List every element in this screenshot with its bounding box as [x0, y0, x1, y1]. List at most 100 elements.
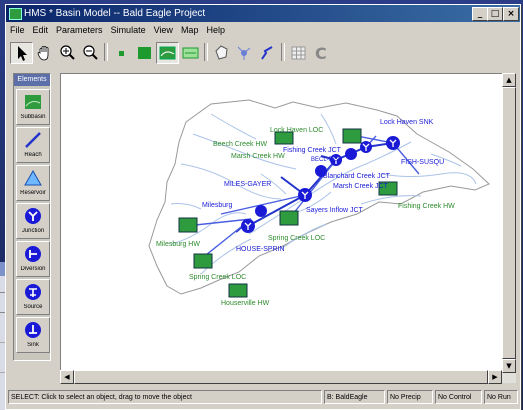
basin-view-icon	[159, 46, 176, 60]
zoom-out-button[interactable]	[79, 42, 102, 64]
label-lock-haven-snk: Lock Haven SNK	[380, 119, 434, 126]
subbasin-lock-haven-loc[interactable]	[342, 128, 362, 144]
horizontal-scroll-thumb[interactable]	[74, 370, 488, 384]
status-run: No Run	[484, 390, 518, 404]
vertical-scroll-thumb[interactable]	[502, 87, 516, 359]
toolbar: C	[6, 40, 520, 66]
label-miles-gayer: MILES-GAYER	[224, 181, 271, 188]
label-marsh-creek-jct: Marsh Creek JCT	[333, 183, 389, 190]
diversion-tool[interactable]: Diversion	[16, 241, 50, 277]
menu-help[interactable]: Help	[202, 23, 229, 38]
status-control: No Control	[435, 390, 482, 404]
label-houserville-hw: Houserville HW	[221, 300, 270, 307]
sink-icon	[25, 322, 41, 338]
subbasin-spring-creek-lower[interactable]	[193, 253, 213, 269]
app-icon	[9, 8, 22, 20]
label-lock-haven-loc: Lock Haven LOC	[270, 127, 323, 134]
map-view-icon	[182, 47, 199, 59]
scroll-right-icon[interactable]: ▶	[488, 370, 502, 384]
elements-panel-title: Elements	[14, 74, 50, 86]
zoom-out-icon	[83, 45, 98, 60]
junction-graph-icon	[237, 46, 251, 60]
small-view-button[interactable]	[110, 42, 133, 64]
pan-tool-button[interactable]	[33, 42, 56, 64]
status-basin: B: BaldEagle	[324, 390, 385, 404]
arrow-pointer-icon	[18, 46, 27, 61]
reach-tool[interactable]: Reach	[16, 127, 50, 163]
label-milesburg-hw: Milesburg HW	[156, 241, 200, 248]
elements-panel: Elements Subbasin Reach Reservoir Juncti…	[13, 73, 51, 361]
svg-text:C: C	[315, 44, 327, 63]
subbasin-tool[interactable]: Subbasin	[16, 89, 50, 125]
polygon-icon	[215, 45, 228, 60]
junction-milesburg[interactable]	[255, 205, 267, 217]
junction-tool[interactable]: Junction	[16, 203, 50, 239]
grid-icon	[291, 46, 306, 60]
basin-map-canvas[interactable]: Lock Haven LOC Lock Haven SNK Beech Cree…	[60, 73, 504, 371]
scroll-down-icon[interactable]: ▼	[502, 359, 516, 373]
junction-icon	[25, 208, 41, 224]
reach-icon	[25, 132, 41, 148]
scroll-left-icon[interactable]: ◀	[60, 370, 74, 384]
menu-map[interactable]: Map	[177, 23, 203, 38]
hms-basin-window: HMS * Basin Model -- Bald Eagle Project …	[5, 4, 521, 410]
c-letter-icon: C	[315, 44, 327, 63]
menu-parameters[interactable]: Parameters	[52, 23, 107, 38]
window-title: HMS * Basin Model -- Bald Eagle Project	[24, 8, 206, 19]
label-spring-creek-loc-2: Spring Creek LOC	[189, 274, 246, 281]
title-bar[interactable]: HMS * Basin Model -- Bald Eagle Project …	[6, 5, 520, 22]
source-icon	[25, 284, 41, 300]
hand-icon	[37, 46, 49, 61]
diversion-icon	[25, 246, 41, 262]
status-precip: No Precip	[387, 390, 433, 404]
status-message: SELECT: Click to select an object, drag …	[8, 390, 322, 404]
scroll-up-icon[interactable]: ▲	[502, 73, 516, 87]
label-beech-creek-hw: Beech Creek HW	[213, 141, 267, 148]
sink-tool[interactable]: Sink	[16, 317, 50, 353]
label-fishing-creek-jct: Fishing Creek JCT	[283, 147, 342, 154]
small-square-icon	[119, 51, 124, 56]
label-fishing-creek-hw: Fishing Creek HW	[398, 203, 455, 210]
label-house-sprin: HOUSE-SPRIN	[236, 246, 285, 253]
menu-bar: File Edit Parameters Simulate View Map Help	[6, 23, 520, 38]
menu-file[interactable]: File	[6, 23, 29, 38]
menu-simulate[interactable]: Simulate	[107, 23, 150, 38]
subbasin-spring-creek[interactable]	[279, 210, 299, 226]
vertical-scrollbar[interactable]: ▲ ▼	[502, 73, 516, 383]
minimize-button[interactable]: _	[472, 7, 488, 21]
polygon-tool-button[interactable]	[210, 42, 233, 64]
subbasin-milesburg[interactable]	[178, 217, 198, 233]
reach-tool-button[interactable]	[256, 42, 279, 64]
zoom-in-icon	[60, 45, 75, 60]
select-tool-button[interactable]	[10, 42, 33, 64]
close-button[interactable]: ×	[503, 7, 519, 21]
subbasin-houserville[interactable]	[228, 283, 248, 298]
large-view-button[interactable]	[133, 42, 156, 64]
label-fish-susqu: FISH-SUSQU	[401, 159, 444, 166]
grid-tool-button[interactable]	[287, 42, 310, 64]
subbasin-icon	[25, 95, 41, 109]
label-becl-fish: BECL-FISH	[311, 157, 342, 163]
maximize-button[interactable]: □	[487, 7, 503, 21]
compute-tool-button[interactable]: C	[310, 42, 333, 64]
basin-view-button[interactable]	[156, 42, 179, 64]
label-sayers-inflow-jct: Sayers Inflow JCT	[306, 207, 364, 214]
junction-tool-button[interactable]	[233, 42, 256, 64]
label-marsh-creek-hw: Marsh Creek HW	[231, 153, 285, 160]
large-square-icon	[138, 47, 151, 59]
reservoir-triangle-icon	[24, 169, 42, 186]
menu-edit[interactable]: Edit	[29, 23, 53, 38]
horizontal-scrollbar[interactable]: ◀ ▶	[60, 370, 502, 384]
menu-view[interactable]: View	[150, 23, 177, 38]
label-spring-creek-loc: Spring Creek LOC	[268, 235, 325, 242]
basin-map-svg[interactable]: Lock Haven LOC Lock Haven SNK Beech Cree…	[61, 74, 503, 370]
status-bar: SELECT: Click to select an object, drag …	[6, 389, 520, 405]
junction-becl-fish[interactable]	[345, 148, 357, 160]
map-view-button[interactable]	[179, 42, 202, 64]
reservoir-tool[interactable]: Reservoir	[16, 165, 50, 201]
source-tool[interactable]: Source	[16, 279, 50, 315]
zoom-in-button[interactable]	[56, 42, 79, 64]
label-milesburg: Milesburg	[202, 202, 232, 209]
reach-line-icon	[261, 46, 273, 60]
label-blanchard-creek-jct: Blanchard Creek JCT	[323, 173, 391, 180]
